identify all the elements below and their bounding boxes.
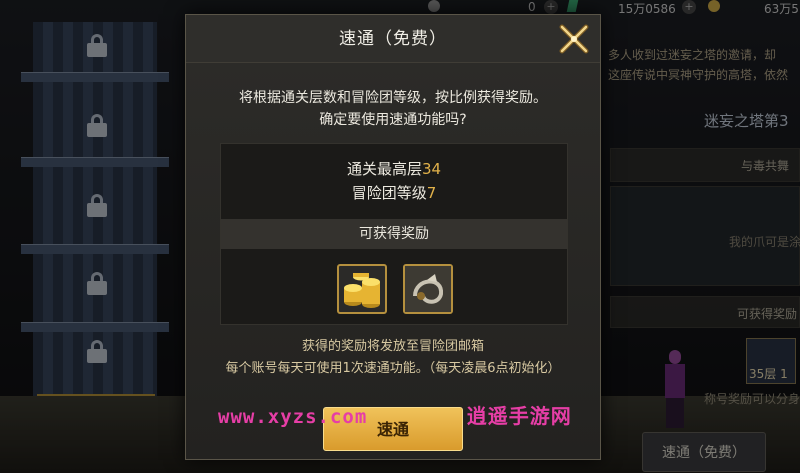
accessory-icon[interactable] [403,264,453,314]
daily-limit-note: 每个账号每天可使用1次速通功能。（每天凌晨6点初始化） [225,361,561,376]
watermark-url: www.xyzs.com [218,406,368,428]
highest-floor-stat: 通关最高层34 [221,158,567,179]
watermark-site-name: 逍遥手游网 [466,404,572,428]
highest-floor-value: 34 [421,160,442,178]
highest-floor-label: 通关最高层 [346,160,422,178]
guild-level-stat: 冒险团等级7 [221,182,567,203]
close-icon[interactable] [556,21,592,57]
dialog-description-line2: 确定要使用速通功能吗? [319,112,467,128]
quick-pass-dialog: 速通（免费） 将根据通关层数和冒险团等级，按比例获得奖励。 确定要使用速通功能吗… [185,14,601,460]
dialog-description-line1: 将根据通关层数和冒险团等级，按比例获得奖励。 [239,90,547,106]
reward-mail-note: 获得的奖励将发放至冒险团邮箱 [301,339,484,354]
guild-level-value: 7 [426,184,437,202]
site-watermark: www.xyzs.com 逍遥手游网 [218,400,572,429]
dialog-title: 速通（免费） [186,15,600,63]
rewards-header: 可获得奖励 [221,219,567,249]
gold-coins-icon[interactable] [337,264,387,314]
guild-level-label: 冒险团等级 [351,184,427,202]
stats-rewards-box: 通关最高层34 冒险团等级7 可获得奖励 [220,143,568,325]
